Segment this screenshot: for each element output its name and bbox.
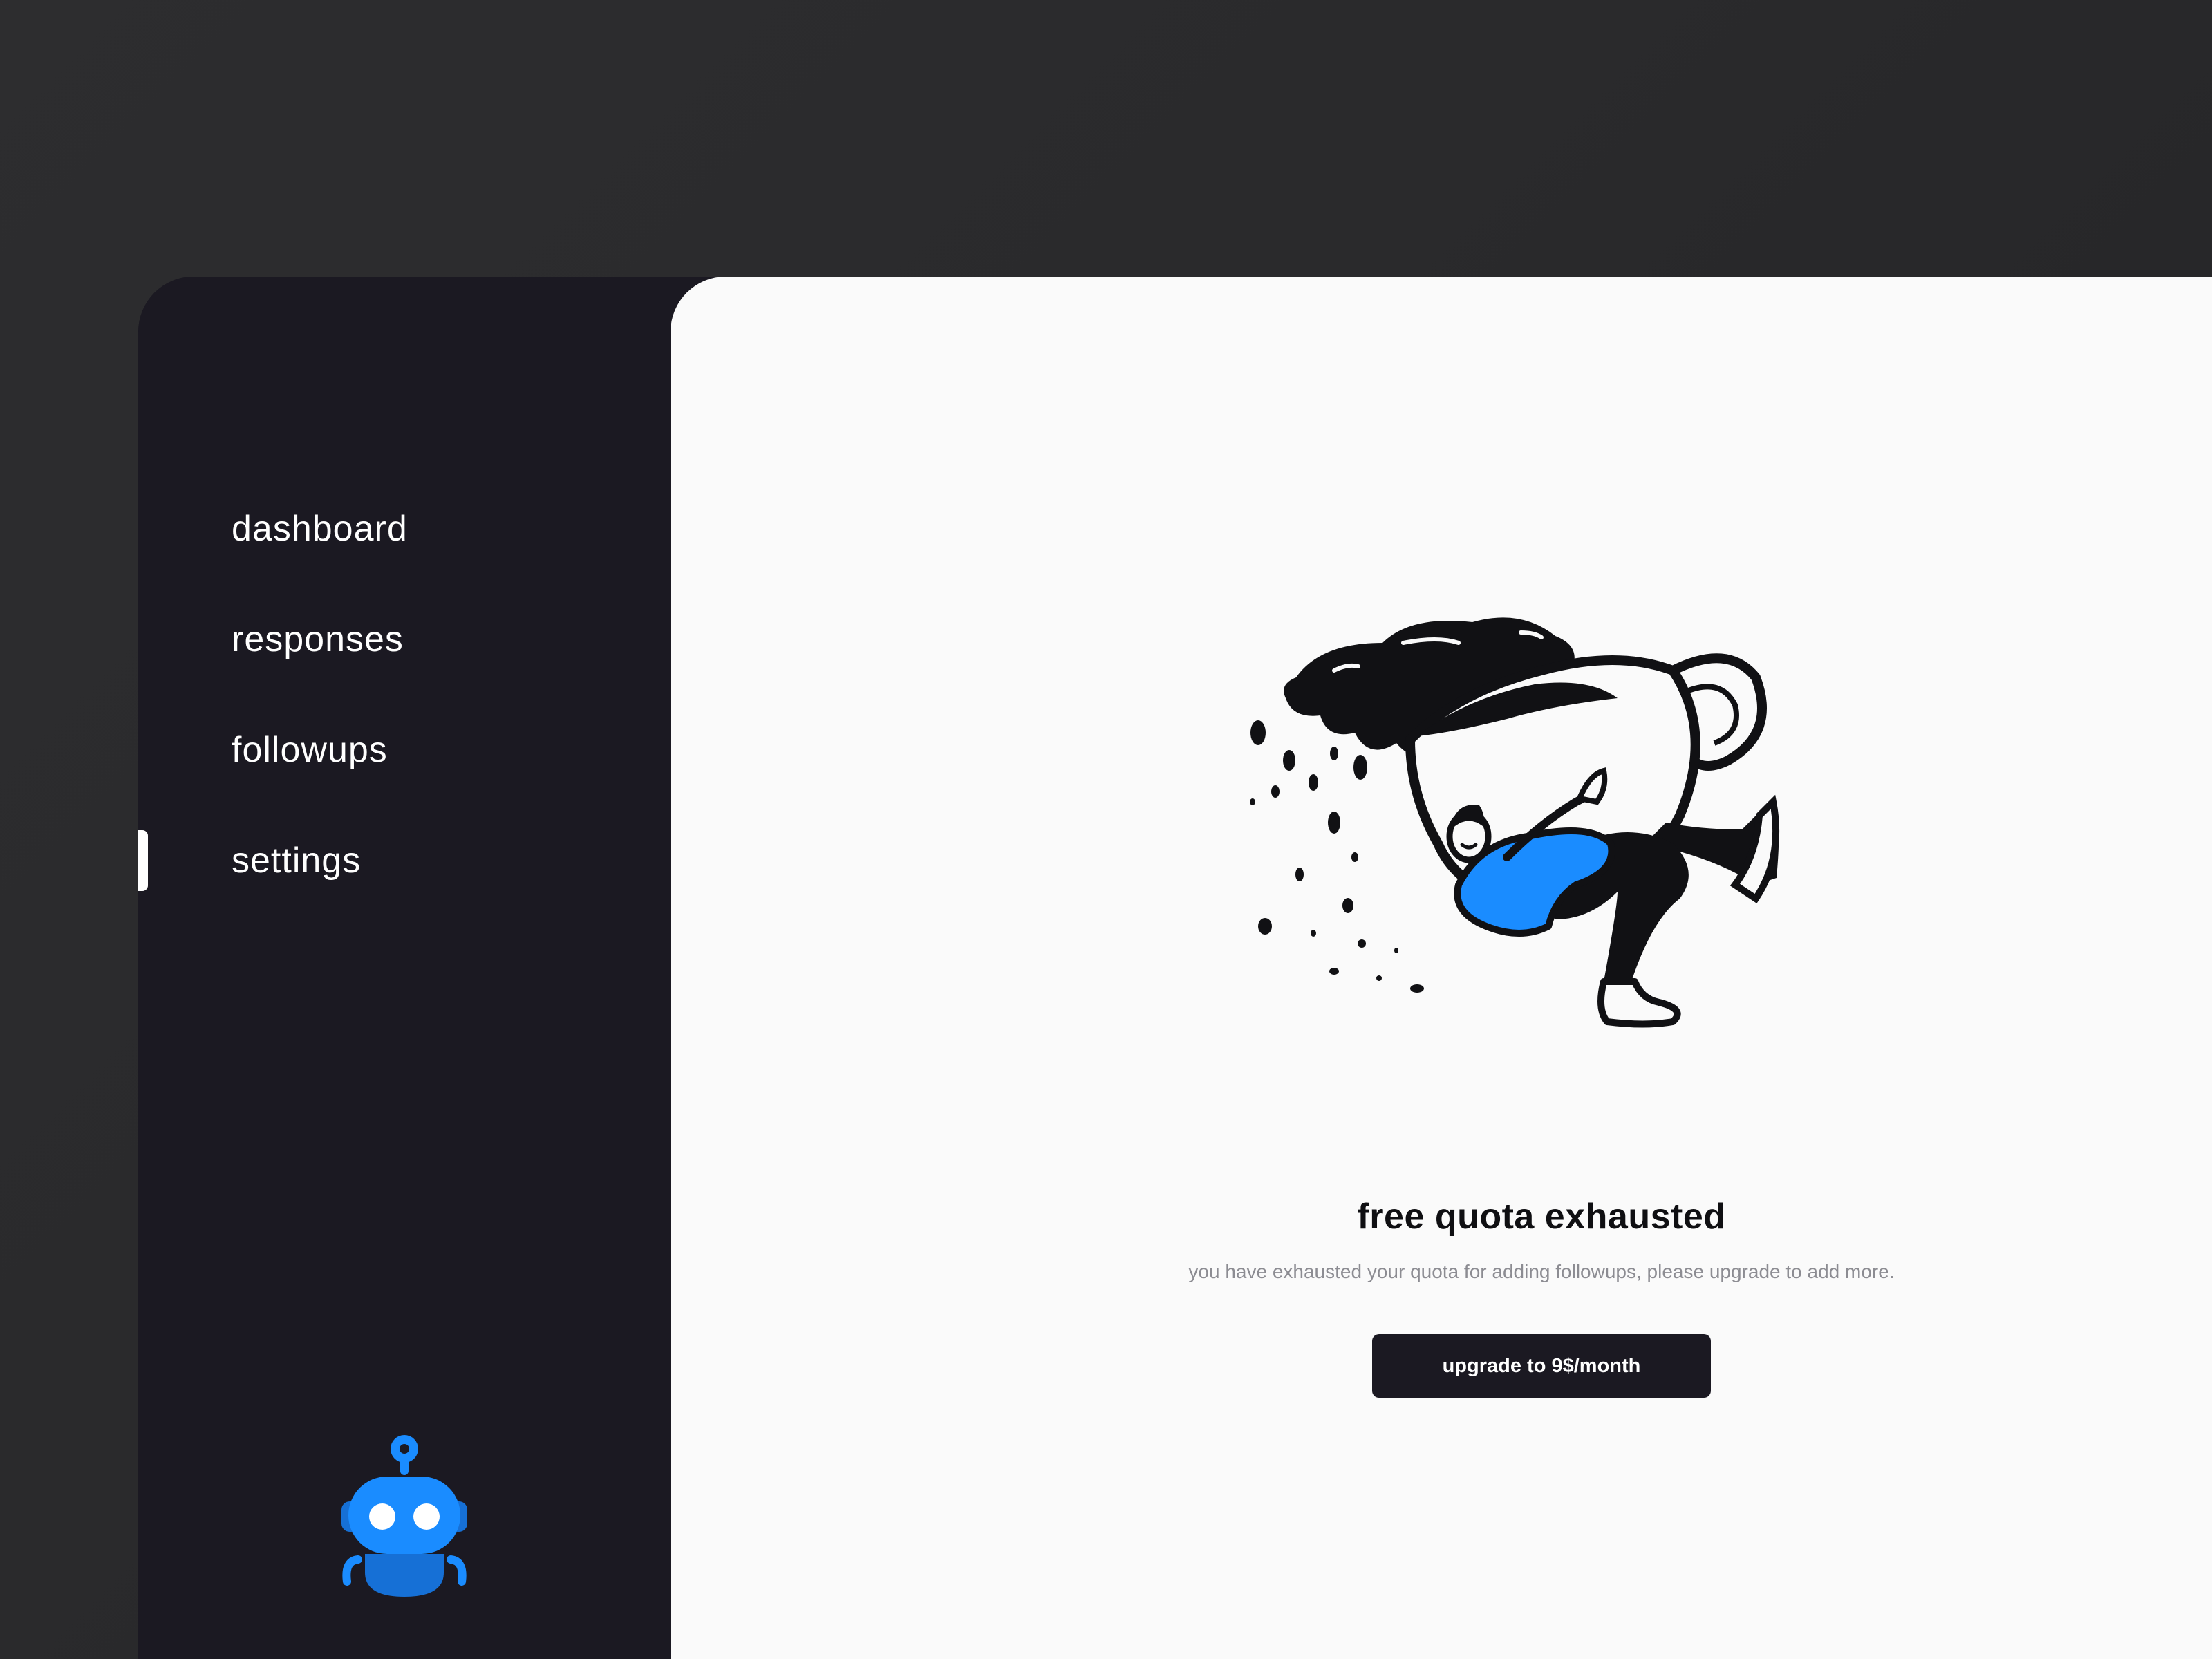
page-title: free quota exhausted — [1357, 1197, 1726, 1237]
main-panel: free quota exhausted you have exhausted … — [671, 276, 2212, 1659]
sidebar: dashboard responses followups settings — [138, 276, 677, 1659]
quota-message: free quota exhausted you have exhausted … — [671, 1196, 2212, 1398]
sidebar-item-settings[interactable]: settings — [138, 805, 677, 916]
sidebar-nav: dashboard responses followups settings — [138, 474, 677, 916]
sidebar-item-label: dashboard — [232, 509, 408, 549]
spilling-coffee-cup-illustration — [1250, 617, 1780, 1028]
app-window: dashboard responses followups settings f… — [138, 276, 2212, 1659]
sidebar-item-responses[interactable]: responses — [138, 584, 677, 695]
sidebar-item-label: settings — [232, 841, 362, 881]
active-indicator — [138, 830, 148, 891]
page-subtitle: you have exhausted your quota for adding… — [1188, 1261, 1895, 1282]
sidebar-item-label: responses — [232, 619, 404, 659]
sidebar-item-label: followups — [232, 730, 388, 770]
sidebar-item-followups[interactable]: followups — [138, 695, 677, 805]
sidebar-item-dashboard[interactable]: dashboard — [138, 474, 677, 584]
robot-icon — [341, 1435, 467, 1597]
upgrade-button[interactable]: upgrade to 9$/month — [1372, 1334, 1711, 1398]
